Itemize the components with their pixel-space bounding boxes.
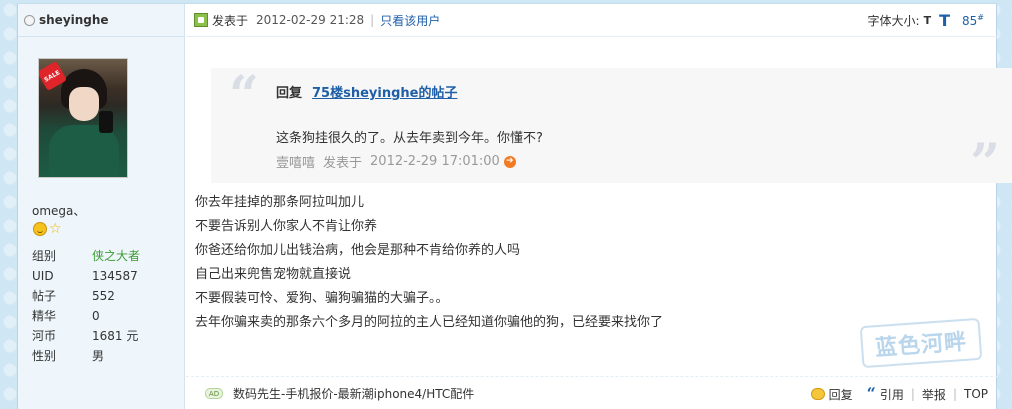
star-medal-icon: ☆ (49, 221, 62, 237)
info-row-posts: 帖子 552 (32, 286, 172, 306)
top-label: TOP (963, 387, 988, 401)
font-size-label: 字体大小: (867, 14, 920, 28)
font-size-controls: 字体大小: T T 85# (868, 4, 984, 37)
message-line: 不要假装可怜、爱狗、骗狗骗猫的大骗子。。 (195, 291, 449, 306)
user-custom-title: omega、 (32, 204, 86, 218)
info-label: 帖子 (32, 289, 57, 303)
quote-button[interactable]: “ 引用 (853, 386, 904, 403)
ad-badge-icon: AD (205, 388, 223, 399)
info-row-coins: 河币 1681 元 (32, 326, 172, 346)
quote-icon: “ (866, 384, 876, 403)
quoted-date: 2012-2-29 17:01:00 (370, 154, 500, 169)
quoted-posted-label: 发表于 (323, 156, 363, 171)
font-large-button[interactable]: T (939, 11, 950, 30)
info-label: 性别 (32, 349, 57, 363)
reply-button[interactable]: 回复 (810, 386, 853, 403)
info-row-digest: 精华 0 (32, 306, 172, 326)
post-content: 发表于 2012-02-29 21:28 | 只看该用户 字体大小: T T 8… (186, 4, 1012, 409)
info-value-group[interactable]: 侠之大者 (92, 246, 140, 266)
info-value-coins: 1681 元 (92, 329, 139, 343)
info-value-uid: 134587 (92, 269, 138, 283)
post-actions: 回复 “ 引用 | 举报 | TOP (810, 377, 988, 409)
only-author-link[interactable]: 只看该用户 (380, 12, 440, 29)
offline-status-icon (24, 14, 35, 26)
info-row-uid: UID 134587 (32, 266, 172, 286)
info-label: 河币 (32, 329, 57, 343)
info-value-posts: 552 (92, 289, 115, 303)
quote-block: “ 回复 75楼sheyinghe的帖子 这条狗挂很久的了。从去年卖到今年。你懂不… (211, 65, 1012, 190)
info-row-gender: 性别 男 (32, 346, 172, 366)
user-info: 组别 侠之大者 UID 134587 帖子 552 精华 0 河币 1681 元… (32, 246, 172, 366)
info-row-group: 组别 侠之大者 (32, 246, 172, 266)
reply-prefix: 回复 (276, 86, 303, 101)
post-date: 2012-02-29 21:28 (256, 13, 365, 27)
quoted-text: 这条狗挂很久的了。从去年卖到今年。你懂不? (276, 131, 543, 146)
quoted-author: 壹嘻嘻 (276, 156, 316, 171)
avatar[interactable]: SALE (38, 58, 128, 178)
info-value-digest: 0 (92, 309, 100, 323)
posted-label: 发表于 (212, 13, 249, 28)
ad-link[interactable]: 数码先生-手机报价-最新潮iphone4/HTC配件 (233, 385, 474, 402)
font-small-button[interactable]: T (924, 14, 932, 27)
reply-heading: 回复 75楼sheyinghe的帖子 (276, 82, 457, 101)
reply-icon (810, 388, 825, 400)
report-button[interactable]: | 举报 (904, 386, 946, 403)
info-label: 组别 (32, 249, 57, 263)
report-label: 举报 (921, 387, 946, 402)
username-link[interactable]: sheyinghe (39, 13, 109, 27)
message-line: 自己出来兜售宠物就直接说 (195, 267, 352, 282)
info-label: UID (32, 269, 54, 283)
quote-label: 引用 (879, 387, 904, 402)
message-line: 你去年挂掉的那条阿拉叫加儿 (195, 195, 365, 210)
username-row: sheyinghe (18, 4, 184, 37)
message-line: 去年你骗来卖的那条六个多月的阿拉的主人已经知道你骗他的狗，已经要来找你了 (195, 315, 664, 330)
open-quote-icon: “ (229, 65, 259, 126)
divider: | (952, 387, 957, 401)
floor-number-link[interactable]: 85# (962, 13, 984, 28)
forum-post: sheyinghe SALE omega、 ☆ 组别 侠之大者 UID 1345… (17, 3, 1012, 409)
post-message: 你去年挂掉的那条阿拉叫加儿 不要告诉别人你家人不肯让你养 你爸还给你加儿出钱治病… (195, 191, 663, 335)
info-value-gender: 男 (92, 349, 105, 363)
quoted-post-link[interactable]: 75楼sheyinghe的帖子 (312, 86, 457, 101)
user-sidebar: sheyinghe SALE omega、 ☆ 组别 侠之大者 UID 1345… (18, 4, 185, 409)
post-meta: 发表于 2012-02-29 21:28 | 只看该用户 字体大小: T T 8… (186, 4, 998, 37)
divider: | (370, 13, 375, 27)
top-button[interactable]: | TOP (946, 387, 988, 401)
site-watermark-logo: 蓝色河畔 (859, 317, 983, 369)
smile-medal-icon (33, 222, 47, 236)
post-footer: AD 数码先生-手机报价-最新潮iphone4/HTC配件 回复 “ 引用 | … (186, 376, 998, 409)
post-status-icon (194, 13, 208, 27)
message-line: 你爸还给你加儿出钱治病，他会是那种不肯给你养的人吗 (195, 243, 521, 258)
info-label: 精华 (32, 309, 57, 323)
quoted-meta: 壹嘻嘻 发表于 2012-2-29 17:01:00 ➔ (276, 152, 516, 171)
goto-post-icon[interactable]: ➔ (503, 155, 516, 168)
user-medals: ☆ (33, 222, 62, 236)
reply-label: 回复 (828, 387, 853, 402)
close-quote-icon: ” (970, 133, 1000, 194)
message-line: 不要告诉别人你家人不肯让你养 (195, 219, 378, 234)
divider: | (910, 387, 915, 401)
